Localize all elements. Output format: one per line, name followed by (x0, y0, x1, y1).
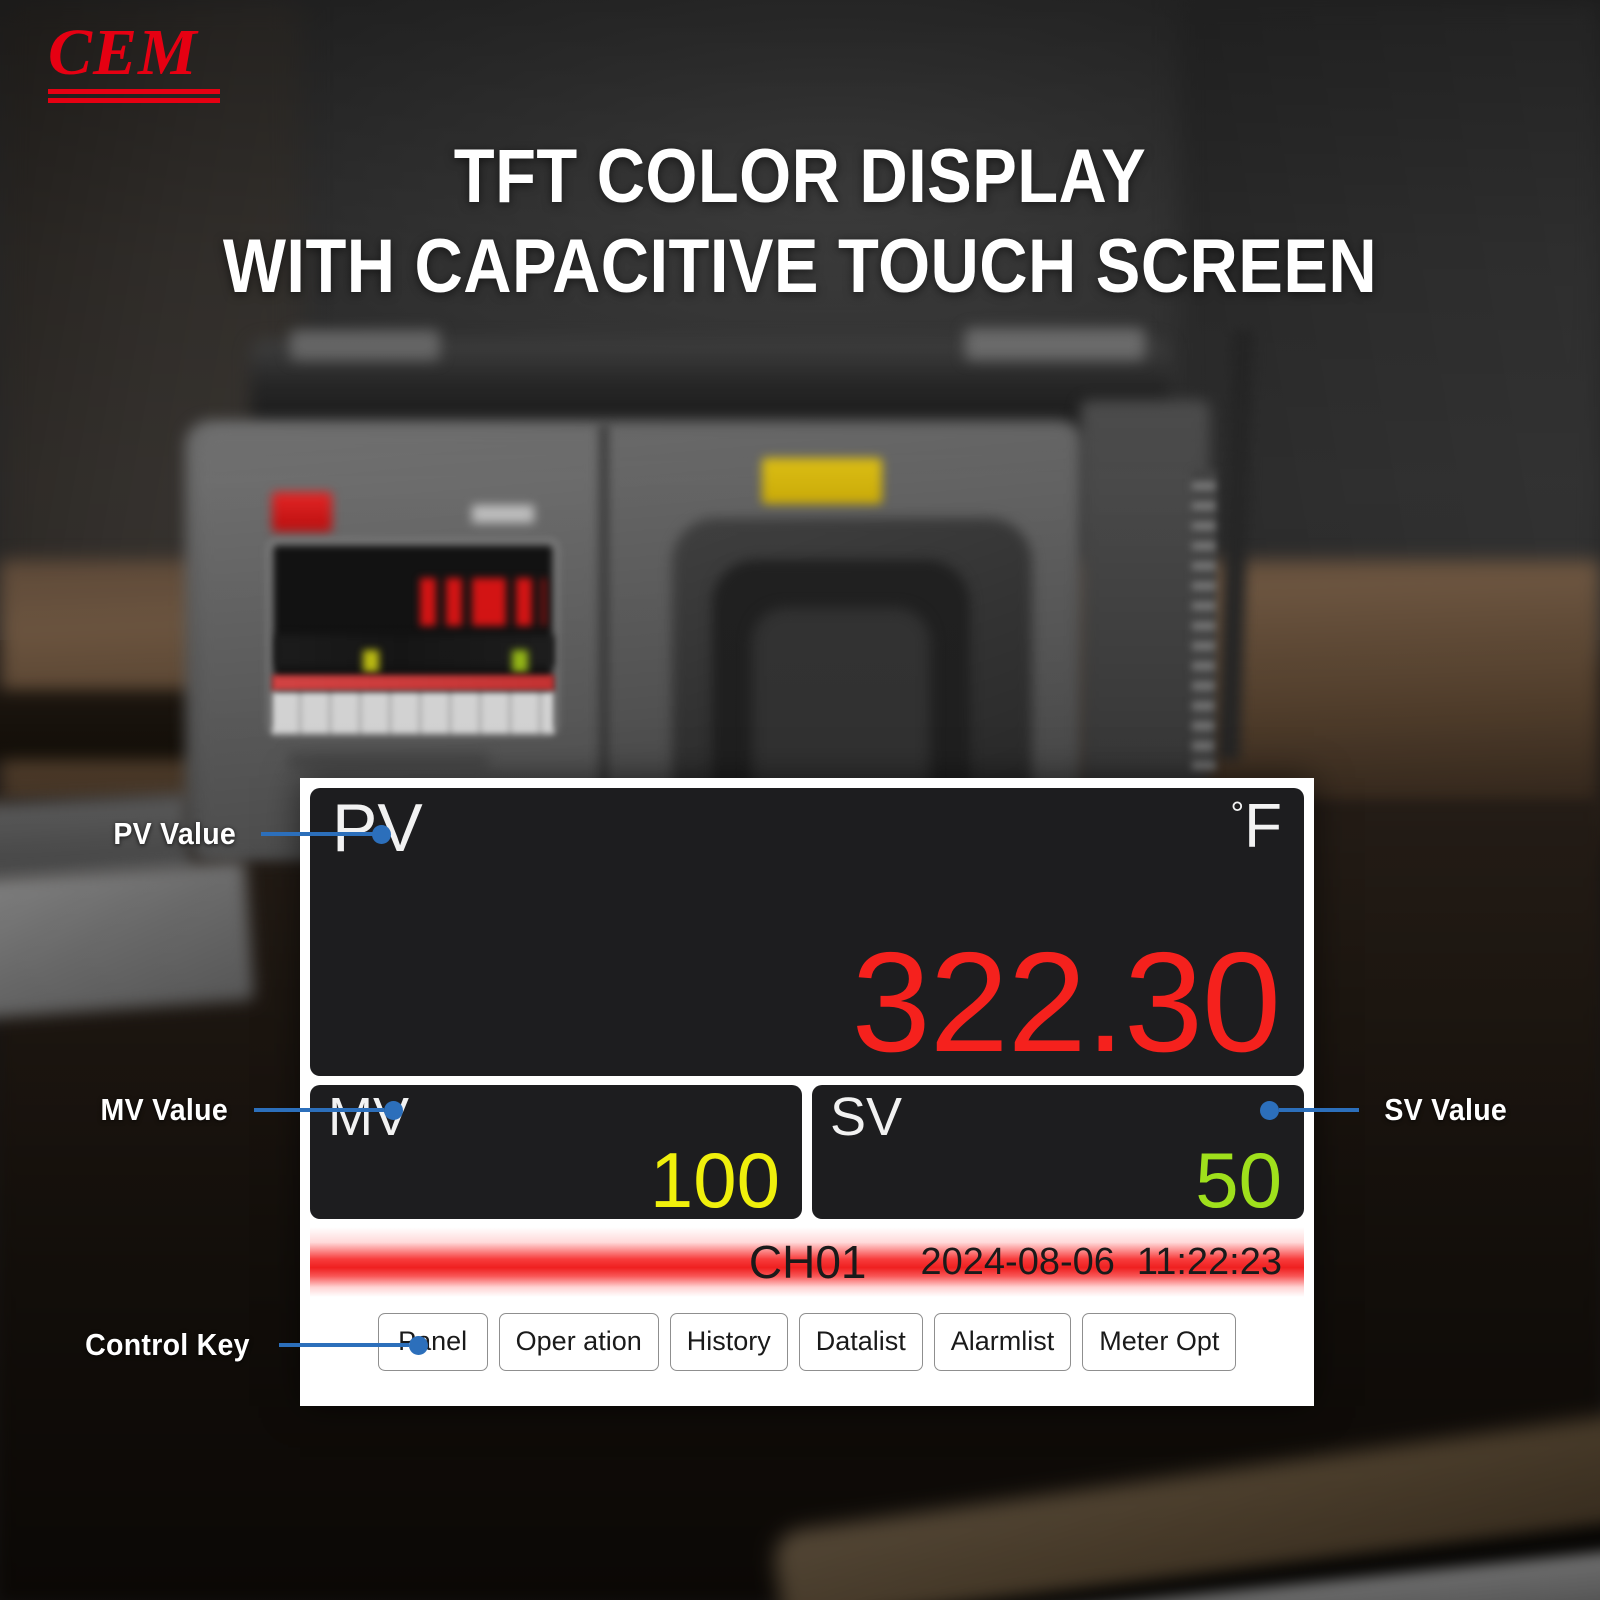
degree-symbol: ° (1230, 795, 1245, 834)
callout-mv-value: MV Value (95, 1092, 403, 1128)
callout-sv-dot (1260, 1100, 1279, 1120)
callout-control-label: Control Key (85, 1327, 250, 1362)
callout-control-dot (408, 1335, 428, 1355)
callout-sv-label: SV Value (1384, 1092, 1508, 1127)
callout-mv-label: MV Value (100, 1092, 228, 1127)
callout-sv-line (1279, 1108, 1359, 1112)
headline-line-2: WITH CAPACITIVE TOUCH SCREEN (222, 223, 1378, 309)
pv-panel[interactable]: PV °F 322.30 (310, 788, 1304, 1076)
callout-control-line (278, 1343, 409, 1347)
brand-logo-rule-2 (48, 98, 220, 103)
callout-pv-dot (372, 824, 392, 844)
callout-pv-value: PV Value (108, 816, 392, 852)
status-bar: CH01 2024-08-06 11:22:23 (310, 1227, 1304, 1297)
screenshot-root: CEM TFT COLOR DISPLAY WITH CAPACITIVE TO… (0, 0, 1600, 1600)
control-key-row: Panel Oper ation History Datalist Alarml… (310, 1297, 1304, 1371)
callout-pv-line (261, 832, 374, 836)
sv-value: 50 (1195, 1136, 1282, 1224)
pv-unit-letter: F (1244, 792, 1282, 861)
sv-panel[interactable]: SV 50 (812, 1085, 1304, 1219)
status-time: 11:22:23 (1136, 1241, 1282, 1283)
callout-mv-line (253, 1108, 384, 1112)
headline-line-1: TFT COLOR DISPLAY (453, 134, 1147, 219)
brand-logo-rule-1 (48, 89, 220, 94)
button-alarmlist[interactable]: Alarmlist (933, 1313, 1072, 1371)
button-operation[interactable]: Oper ation (498, 1313, 659, 1371)
page-title: TFT COLOR DISPLAY WITH CAPACITIVE TOUCH … (96, 132, 1504, 311)
button-meter-opt[interactable]: Meter Opt (1082, 1313, 1237, 1371)
status-datetime: 2024-08-06 11:22:23 (921, 1243, 1283, 1281)
callout-mv-dot (383, 1100, 403, 1120)
pv-panel-header: PV °F (332, 794, 1282, 862)
button-datalist[interactable]: Datalist (798, 1313, 923, 1371)
pv-value: 322.30 (851, 923, 1281, 1082)
button-history[interactable]: History (669, 1313, 788, 1371)
brand-logo: CEM (48, 20, 278, 103)
callout-pv-label: PV Value (113, 816, 237, 851)
brand-logo-text: CEM (48, 16, 198, 89)
callout-sv-value: SV Value (1260, 1092, 1512, 1128)
device-screen: PV °F 322.30 MV 100 SV 50 CH01 2024-08-0… (300, 778, 1314, 1406)
status-date: 2024-08-06 (920, 1241, 1115, 1283)
mv-sv-row: MV 100 SV 50 (310, 1085, 1304, 1219)
mv-value: 100 (649, 1136, 780, 1224)
callout-control-key: Control Key (78, 1327, 428, 1363)
pv-unit: °F (1230, 796, 1282, 858)
status-channel: CH01 (748, 1236, 867, 1288)
